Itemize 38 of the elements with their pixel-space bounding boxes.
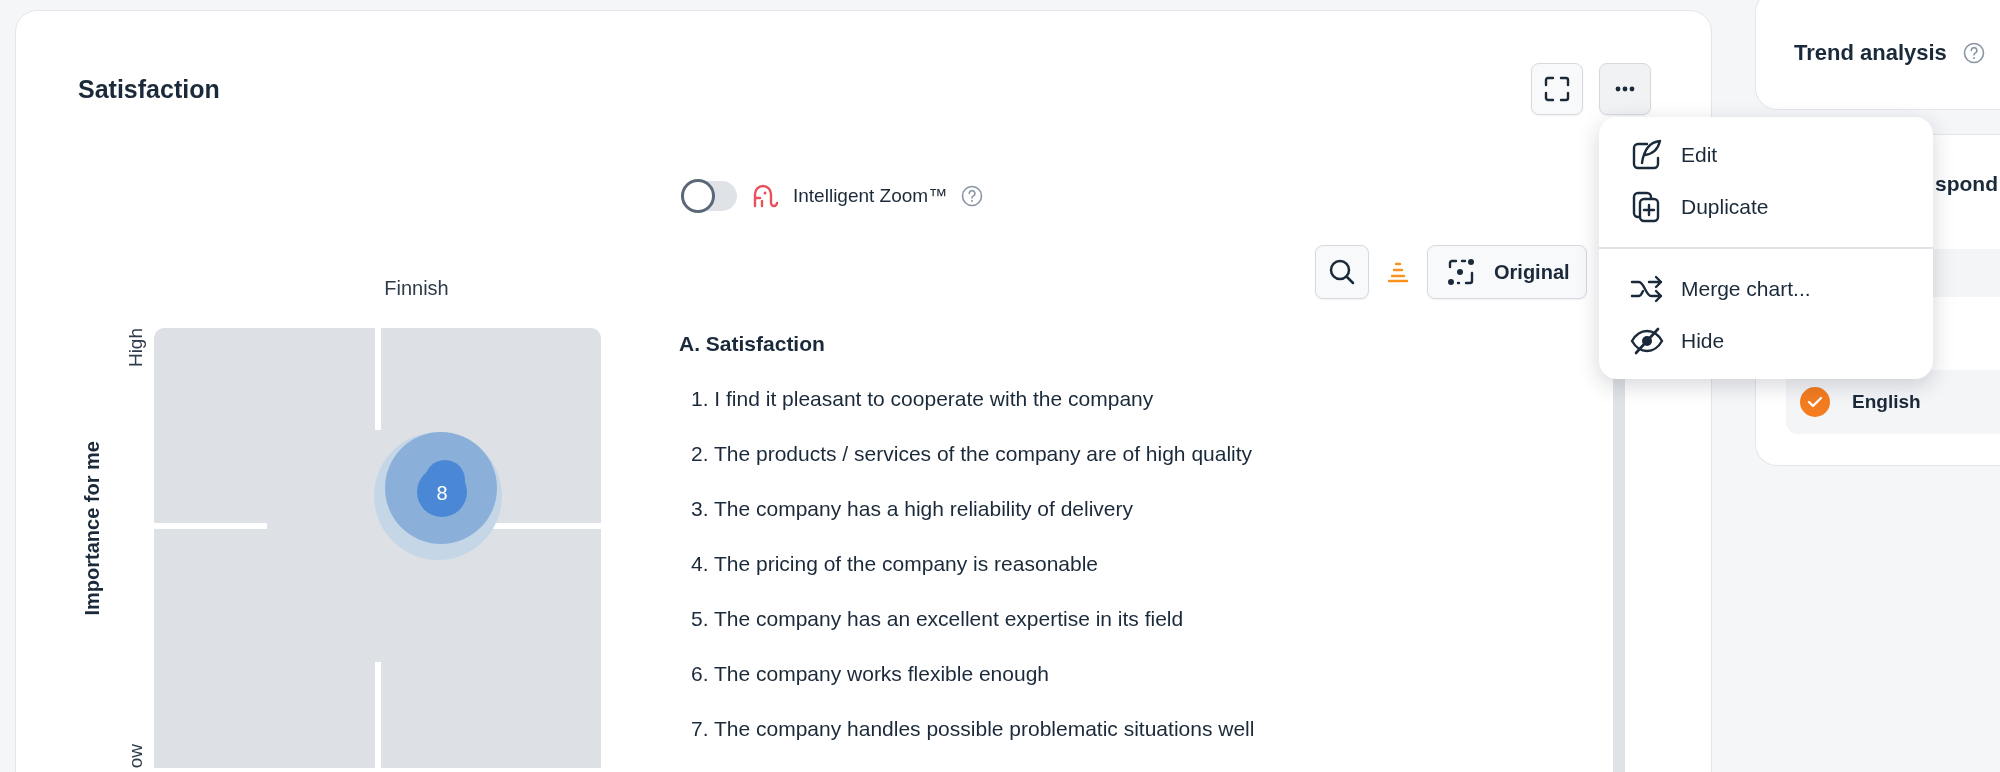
fullscreen-button[interactable] [1531,63,1583,115]
bubble-cluster[interactable] [374,432,502,560]
question-item[interactable]: 2. The products / services of the company are of high quality [679,439,1253,469]
fullscreen-icon [1544,76,1570,102]
question-item[interactable]: 5. The company has an excellent expertise in its field [679,604,1184,634]
question-item[interactable]: 3. The company has a high reliability of delivery [679,494,1133,524]
card-title: Satisfaction [78,74,220,104]
more-icon [1615,86,1635,92]
question-item[interactable]: 4. The pricing of the company is reasonable [679,549,1099,579]
more-button[interactable] [1599,63,1651,115]
language-label: English [1852,391,1921,413]
language-row[interactable]: English [1786,370,2000,434]
menu-item[interactable]: Hide [1599,314,1933,367]
feature-label: Intelligent Zoom™ [793,185,948,207]
axis-title: Importance for me [80,440,104,616]
bubble-label: 8 [436,482,448,504]
section-heading: A. Satisfaction [679,331,825,357]
scatter-select-icon [1446,257,1476,287]
menu-item[interactable]: Merge chart... [1599,262,1933,315]
help-icon[interactable] [1962,42,1985,64]
card-title: Trend analysis [1794,40,1947,66]
toggle-switch[interactable] [681,181,737,211]
menu-item[interactable]: Duplicate [1599,181,1933,233]
sort-icon[interactable] [1387,261,1409,283]
help-icon[interactable] [961,185,984,207]
view-button[interactable]: Original [1427,245,1587,299]
card-title: spond [1935,172,1998,196]
axis-label: ow [125,743,147,768]
question-item[interactable]: 6. The company works flexible enough [679,659,1049,689]
chart-title: Finnish [384,277,449,300]
menu-item[interactable]: Edit [1599,129,1933,181]
axis-label: High [125,328,147,368]
elephant-icon [751,182,779,210]
search-button[interactable] [1315,245,1369,299]
question-item[interactable]: 7. The company handles possible problematic situations well [679,714,1255,744]
checkbox[interactable] [1800,387,1830,417]
question-item[interactable]: 1. I find it pleasant to cooperate with the company [679,384,1154,414]
search-icon [1328,258,1356,286]
